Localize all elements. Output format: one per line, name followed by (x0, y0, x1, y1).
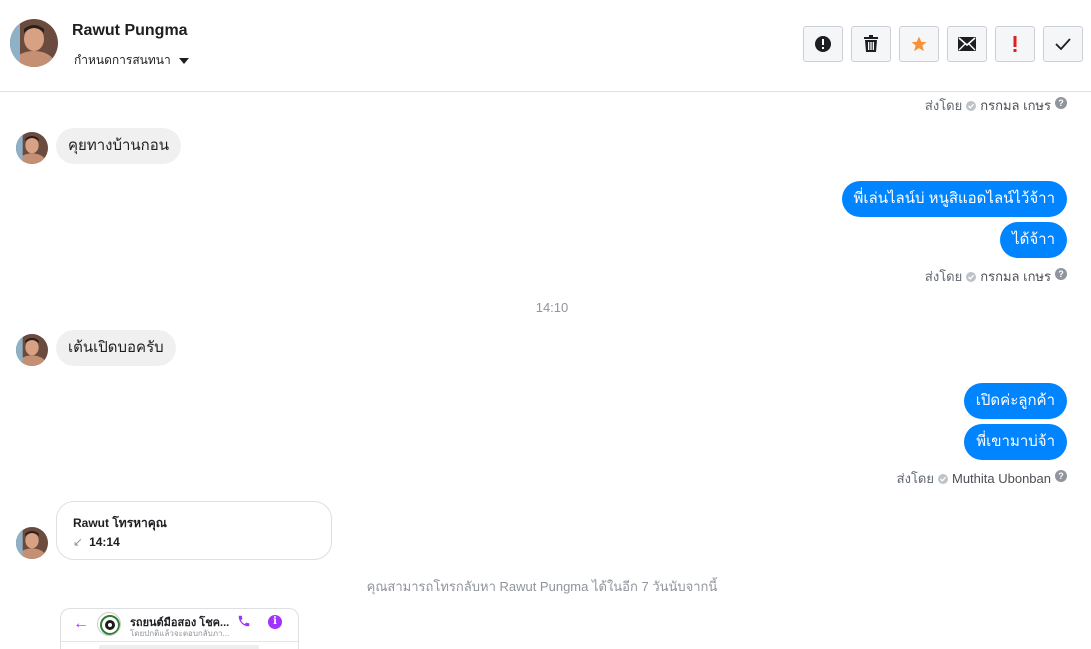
sent-by-label: ส่งโดย (924, 269, 963, 284)
trash-icon (864, 35, 878, 52)
contact-name[interactable]: Rawut Pungma (72, 22, 188, 40)
page-logo-icon (97, 612, 121, 636)
sent-by-label: ส่งโดย (924, 98, 963, 113)
back-arrow-icon: ← (73, 615, 89, 632)
sender-name: กรกมล เกษร (980, 269, 1051, 284)
header-actions (803, 26, 1083, 62)
contact-avatar-small (16, 334, 48, 366)
help-icon[interactable]: ? (1055, 97, 1067, 109)
alert-circle-icon (815, 36, 831, 52)
preview-page-subtitle: โดยปกติแล้วจะตอบกลับภา... (130, 629, 230, 638)
incoming-call-arrow-icon: ↙ (73, 535, 84, 549)
outgoing-message[interactable]: ได้จ้าา (1000, 222, 1067, 258)
help-icon[interactable]: ? (1055, 268, 1067, 280)
verified-icon (966, 100, 977, 111)
divider (61, 641, 298, 642)
star-icon (911, 36, 927, 52)
sender-name: กรกมล เกษร (980, 98, 1051, 113)
phone-icon (238, 615, 250, 627)
outgoing-message[interactable]: พี่เขามาบ่จ้า (964, 424, 1067, 460)
contact-avatar[interactable] (10, 19, 58, 67)
incoming-message[interactable]: เต้นเปิดบอครับ (56, 330, 176, 366)
conversation-header: Rawut Pungma กำหนดการสนทนา (0, 0, 1091, 92)
message-timestamp: 14:10 (535, 300, 569, 315)
sent-by-line: ส่งโดย กรกมล เกษร (925, 266, 1051, 287)
callback-note: คุณสามารถโทรกลับหา Rawut Pungma ได้ในอีก… (366, 579, 718, 594)
follow-up-button[interactable] (995, 26, 1035, 62)
star-button[interactable] (899, 26, 939, 62)
contact-avatar-small (16, 527, 48, 559)
caret-down-icon (178, 57, 189, 64)
incoming-message[interactable]: คุยทางบ้านกอน (56, 128, 182, 164)
check-icon (1055, 38, 1071, 50)
sender-name: Muthita Ubonban (951, 471, 1051, 486)
verified-icon (966, 271, 977, 282)
assign-label: กำหนดการสนทนา (74, 53, 171, 67)
envelope-icon (958, 37, 976, 51)
call-time-row: ↙ 14:14 (73, 535, 120, 549)
help-icon[interactable]: ? (1055, 470, 1067, 482)
page-preview-card[interactable]: ← รถยนต์มือสอง โชค... โดยปกติแล้วจะตอบกล… (60, 608, 299, 649)
outgoing-message[interactable]: พี่เล่นไลน์บ่ หนูสิแอดไลน์ไว้จ้าา (841, 181, 1067, 217)
call-title: Rawut โทรหาคุณ (73, 516, 167, 530)
contact-avatar-small (16, 132, 48, 164)
spam-button[interactable] (803, 26, 843, 62)
missed-call-card[interactable]: Rawut โทรหาคุณ ↙ 14:14 (56, 501, 332, 560)
verified-icon (937, 473, 948, 484)
sent-by-label: ส่งโดย (896, 471, 934, 486)
done-button[interactable] (1043, 26, 1083, 62)
exclamation-icon (1013, 36, 1017, 52)
outgoing-message[interactable]: เปิดค่ะลูกค้า (963, 383, 1067, 419)
sent-by-line: ส่งโดย กรกมล เกษร (925, 95, 1051, 116)
mark-unread-button[interactable] (947, 26, 987, 62)
preview-placeholder-bar (99, 645, 259, 649)
call-time: 14:14 (89, 535, 120, 549)
sent-by-line: ส่งโดย Muthita Ubonban (897, 468, 1051, 489)
info-icon: i (268, 615, 282, 629)
delete-button[interactable] (851, 26, 891, 62)
assign-conversation-dropdown[interactable]: กำหนดการสนทนา (74, 51, 189, 70)
